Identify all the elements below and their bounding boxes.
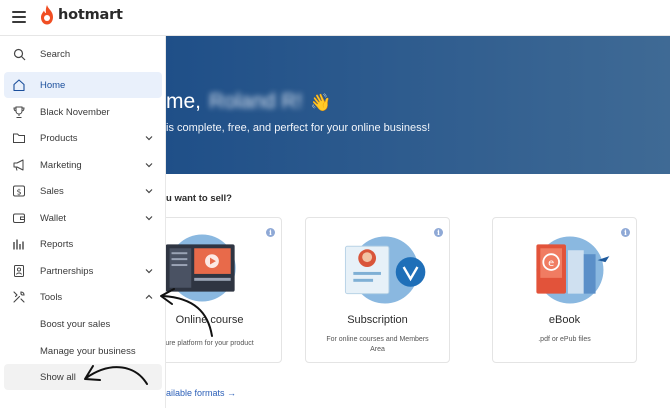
sidebar-item-marketing[interactable]: Marketing <box>4 152 162 178</box>
submenu-item-manage-your-business[interactable]: Manage your business <box>4 338 162 364</box>
sidebar-item-search[interactable]: Search <box>4 41 162 67</box>
folder-icon <box>12 131 26 145</box>
info-icon[interactable]: i <box>434 228 443 237</box>
hero-subtitle: is complete, free, and perfect for your … <box>166 122 431 134</box>
subscription-illustration <box>344 236 426 304</box>
hero-greeting: me, Roland R! 👋 <box>166 90 331 114</box>
sidebar-item-label: Home <box>40 79 66 91</box>
card-ebook[interactable]: e eBook .pdf or ePub files i <box>492 217 637 363</box>
card-description: ure platform for your product <box>165 340 254 347</box>
wave-emoji: 👋 <box>310 93 332 112</box>
user-name: Roland R! <box>209 90 303 113</box>
brand-name: hotmart <box>58 7 123 23</box>
hotmart-logo[interactable]: hotmart <box>39 5 123 25</box>
id-badge-icon <box>12 264 26 278</box>
hamburger-icon[interactable] <box>12 11 26 23</box>
submenu-item-label: Boost your sales <box>40 318 111 330</box>
card-description: .pdf or ePub files <box>538 336 591 343</box>
sell-question: u want to sell? <box>166 193 232 204</box>
home-icon <box>12 78 26 92</box>
chevron-down-icon <box>145 163 153 168</box>
card-title: eBook <box>548 314 581 326</box>
sidebar-item-black-november[interactable]: Black November <box>4 99 162 125</box>
submenu-item-boost-your-sales[interactable]: Boost your sales <box>4 311 162 337</box>
flame-icon <box>41 5 53 25</box>
info-icon[interactable]: i <box>621 228 630 237</box>
card-description: For online courses and Members Area <box>326 336 429 353</box>
formats-link-label: ailable formats <box>166 388 225 398</box>
sidebar-item-sales[interactable]: $ Sales <box>4 178 162 204</box>
trophy-icon <box>12 105 26 119</box>
search-icon <box>12 47 26 61</box>
sidebar-item-partnerships[interactable]: Partnerships <box>4 258 162 284</box>
sidebar-item-home[interactable]: Home <box>4 72 162 98</box>
chevron-up-icon <box>145 294 153 299</box>
sidebar-item-label: Black November <box>40 106 110 118</box>
sidebar-item-wallet[interactable]: Wallet <box>4 205 162 231</box>
sidebar-item-label: Partnerships <box>40 265 94 277</box>
svg-text:$: $ <box>16 188 21 197</box>
sidebar-item-products[interactable]: Products <box>4 125 162 151</box>
chevron-down-icon <box>145 216 153 221</box>
sidebar-item-label: Search <box>40 48 71 60</box>
sidebar-item-label: Sales <box>40 185 64 197</box>
arrow-right-icon: → <box>227 388 237 398</box>
submenu-item-label: Show all <box>40 371 76 383</box>
info-icon[interactable]: i <box>266 228 275 237</box>
dollar-icon: $ <box>12 184 26 198</box>
tools-icon <box>12 290 26 304</box>
chevron-down-icon <box>145 269 153 274</box>
chevron-down-icon <box>145 189 153 194</box>
sidebar-item-tools[interactable]: Tools <box>4 284 162 310</box>
top-bar: hotmart <box>0 0 670 36</box>
card-title: Subscription <box>347 314 408 326</box>
ebook-illustration: e <box>536 236 610 304</box>
card-subscription[interactable]: Subscription For online courses and Memb… <box>305 217 450 363</box>
submenu-item-show-all[interactable]: Show all <box>4 364 162 390</box>
available-formats-link[interactable]: ailable formats → <box>166 388 236 398</box>
svg-text:e: e <box>548 258 554 269</box>
sidebar-item-label: Wallet <box>40 212 67 224</box>
sidebar-item-reports[interactable]: Reports <box>4 231 162 257</box>
greeting-text: me, <box>166 90 202 113</box>
sidebar-item-label: Marketing <box>40 159 82 171</box>
submenu-item-label: Manage your business <box>40 345 136 357</box>
megaphone-icon <box>12 158 26 172</box>
chevron-down-icon <box>145 136 153 141</box>
hero-banner: me, Roland R! 👋 is complete, free, and pe… <box>166 36 670 174</box>
sidebar: Search Home Black November Products Mark… <box>0 36 166 408</box>
wallet-icon <box>12 211 26 225</box>
sidebar-item-label: Tools <box>40 291 63 303</box>
sidebar-item-label: Products <box>40 132 78 144</box>
bar-chart-icon <box>12 237 26 251</box>
sidebar-item-label: Reports <box>40 238 74 250</box>
